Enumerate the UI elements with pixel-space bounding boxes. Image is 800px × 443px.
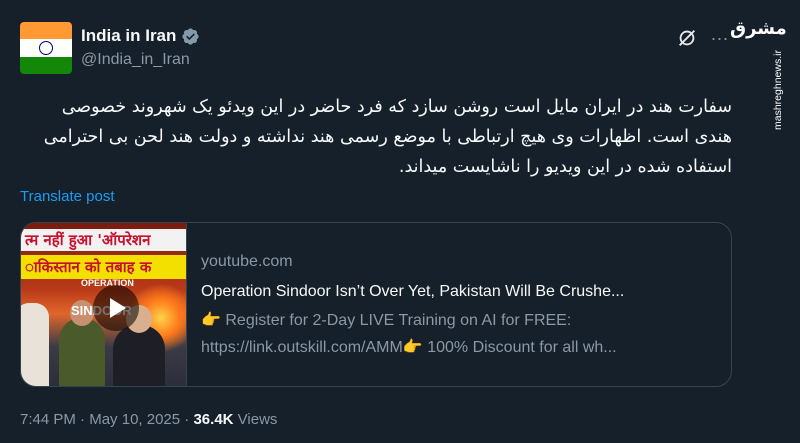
- play-icon[interactable]: [93, 285, 139, 331]
- tweet-text: سفارت هند در ایران مایل است روشن سازد که…: [43, 97, 732, 177]
- meta-separator: ·: [80, 411, 86, 428]
- thumbnail-person-suit: [113, 305, 165, 386]
- views-count[interactable]: 36.4K: [193, 411, 233, 428]
- avatar[interactable]: [20, 22, 72, 74]
- flag-saffron-band: [20, 22, 72, 40]
- watermark-site-text: mashreghnews.ir: [772, 50, 784, 130]
- thumbnail-person-left: [21, 303, 49, 386]
- thumbnail-headline-2: ाकिस्तान को तबाह क: [21, 255, 186, 279]
- author-name-row[interactable]: India in Iran: [81, 26, 200, 46]
- thumbnail-person-soldier: [59, 300, 105, 386]
- link-title[interactable]: Operation Sindoor Isn’t Over Yet, Pakist…: [201, 279, 727, 305]
- views-label: Views: [237, 411, 278, 428]
- link-description: 👉 Register for 2-Day LIVE Training on AI…: [201, 307, 721, 361]
- display-name[interactable]: India in Iran: [81, 26, 176, 46]
- post-time[interactable]: 7:44 PM: [20, 411, 76, 428]
- ashoka-chakra-icon: [39, 40, 53, 55]
- post-date[interactable]: May 10, 2025: [89, 411, 180, 428]
- translate-post-link[interactable]: Translate post: [20, 188, 115, 205]
- flag-green-band: [20, 56, 72, 74]
- flag-white-band: [20, 39, 72, 57]
- verified-badge-icon: [182, 27, 200, 45]
- link-domain: youtube.com: [201, 253, 293, 270]
- thumbnail-headline-1: त्म नहीं हुआ 'ऑपरेशन: [21, 229, 186, 251]
- post-meta: 7:44 PM · May 10, 2025 · 36.4K Views: [20, 411, 277, 428]
- link-card-body[interactable]: youtube.com Operation Sindoor Isn’t Over…: [187, 223, 727, 386]
- more-dots-icon[interactable]: ...: [711, 24, 729, 45]
- link-preview-card[interactable]: त्म नहीं हुआ 'ऑपरेशन ाकिस्तान को तबाह क …: [20, 222, 732, 387]
- link-description-line-1: 👉 Register for 2-Day LIVE Training on AI…: [201, 312, 572, 329]
- user-handle[interactable]: @India_in_Iran: [81, 51, 190, 69]
- mashregh-logo: مشرق: [730, 18, 787, 39]
- meta-separator: ·: [184, 411, 190, 428]
- slashed-circle-icon[interactable]: [676, 27, 698, 49]
- video-thumbnail[interactable]: त्म नहीं हुआ 'ऑपरेशन ाकिस्तान को तबाह क …: [21, 223, 187, 386]
- link-description-line-2: https://link.outskill.com/AMM👉 100% Disc…: [201, 339, 617, 356]
